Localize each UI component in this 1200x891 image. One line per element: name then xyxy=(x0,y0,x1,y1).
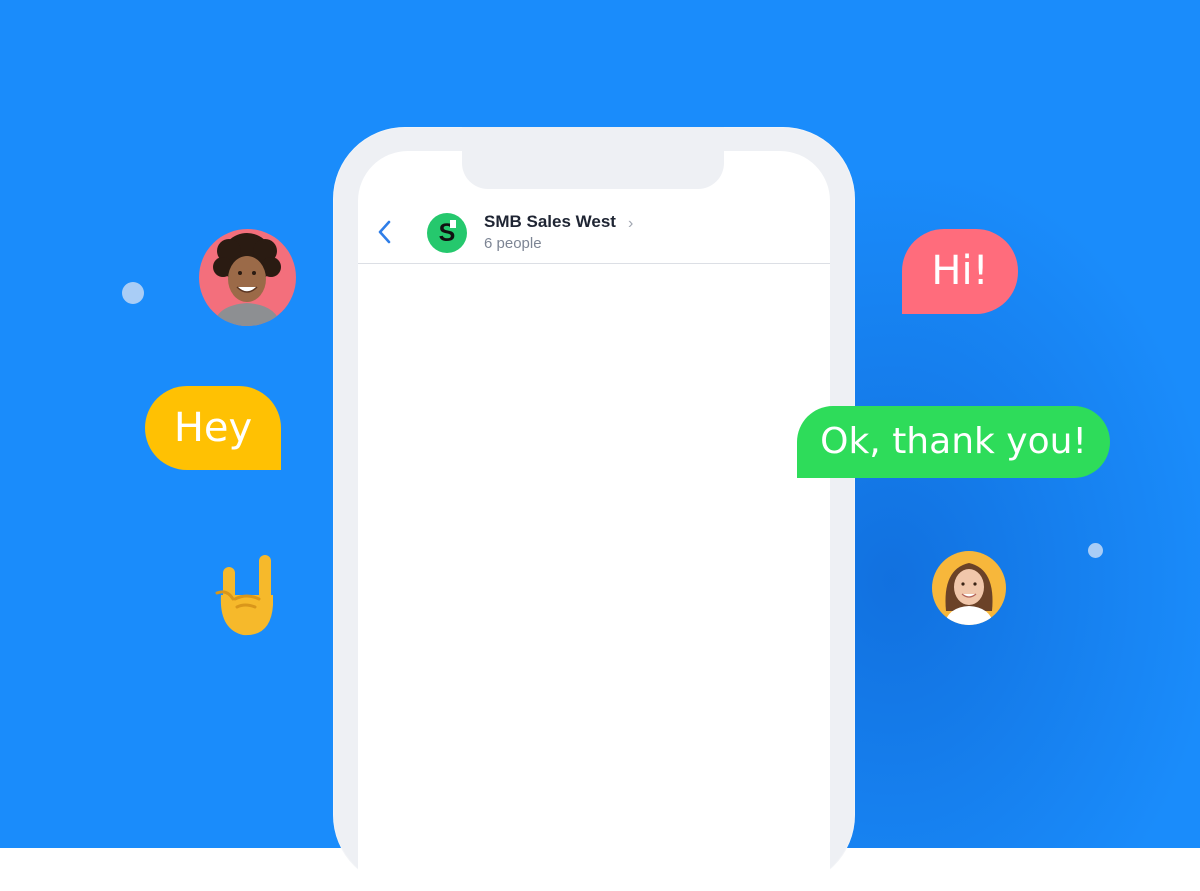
group-name[interactable]: SMB Sales West xyxy=(484,212,616,232)
man-avatar xyxy=(199,229,296,326)
group-avatar-flag xyxy=(450,220,456,228)
phone-screen: S SMB Sales West › 6 people xyxy=(358,151,830,891)
woman-avatar-image xyxy=(944,563,994,625)
phone-notch xyxy=(462,127,724,189)
hey-bubble: Hey xyxy=(145,386,281,470)
decorative-dot xyxy=(1088,543,1103,558)
ok-thank-you-bubble: Ok, thank you! xyxy=(797,406,1110,478)
chat-header: S SMB Sales West › 6 people xyxy=(358,209,830,264)
woman-avatar xyxy=(932,551,1006,625)
decorative-dot xyxy=(122,282,144,304)
group-avatar-letter: S xyxy=(438,219,456,247)
group-avatar[interactable]: S xyxy=(427,213,467,253)
chevron-left-icon[interactable] xyxy=(374,218,398,246)
man-avatar-image xyxy=(213,233,281,326)
rock-on-hand-emoji xyxy=(215,555,273,636)
hi-bubble: Hi! xyxy=(902,229,1018,314)
group-member-count: 6 people xyxy=(484,235,542,252)
chevron-right-icon[interactable]: › xyxy=(628,215,633,233)
